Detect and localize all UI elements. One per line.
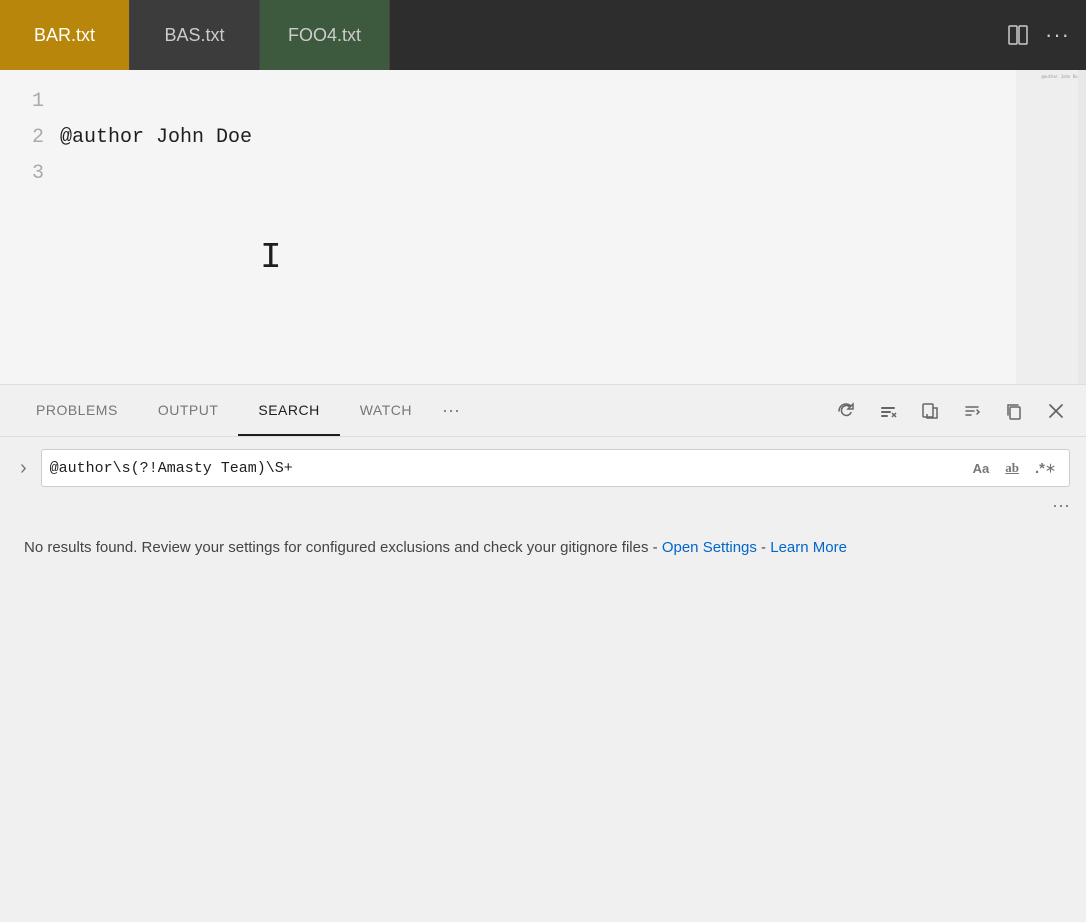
close-panel-button[interactable] xyxy=(1042,397,1070,425)
tab-bar: BAR.txt BAS.txt FOO4.txt ··· xyxy=(0,0,1086,70)
more-options-row: ··· xyxy=(0,495,1086,520)
open-editor-icon xyxy=(920,401,940,421)
tab-problems[interactable]: PROBLEMS xyxy=(16,385,138,436)
clear-icon xyxy=(878,401,898,421)
search-input-wrapper[interactable]: Aa ab .* ＊ xyxy=(41,449,1070,487)
tab-spacer xyxy=(390,0,991,70)
more-actions-icon: ··· xyxy=(1045,22,1070,48)
no-results-text: No results found. Review your settings f… xyxy=(24,539,662,556)
word-icon: ab xyxy=(1005,460,1019,476)
tab-search[interactable]: SEARCH xyxy=(238,385,339,436)
panel-tab-more[interactable]: ··· xyxy=(432,400,470,421)
learn-more-link[interactable]: Learn More xyxy=(770,539,847,556)
tab-bar-txt[interactable]: BAR.txt xyxy=(0,0,130,70)
collapse-all-button[interactable] xyxy=(958,397,986,425)
regex-star-icon: ＊ xyxy=(1045,460,1056,476)
editor-line-1 xyxy=(60,84,1016,120)
split-editor-icon xyxy=(1007,24,1029,46)
panel-actions xyxy=(832,397,1070,425)
editor-content[interactable]: @author John Doe I xyxy=(60,70,1016,384)
editor-line-2: @author John Doe xyxy=(60,120,1016,156)
search-row: › Aa ab .* ＊ xyxy=(16,449,1070,487)
clear-results-button[interactable] xyxy=(874,397,902,425)
copy-all-button[interactable] xyxy=(1000,397,1028,425)
minimap: @author John Doe xyxy=(1016,70,1086,384)
editor-scrollbar[interactable] xyxy=(1078,70,1086,384)
search-input[interactable] xyxy=(50,460,968,477)
search-area: › Aa ab .* ＊ xyxy=(0,437,1086,495)
line-number-3: 3 xyxy=(0,156,44,192)
match-word-button[interactable]: ab xyxy=(1000,458,1024,478)
tab-bar-label: BAR.txt xyxy=(34,25,95,46)
panel-area: PROBLEMS OUTPUT SEARCH WATCH ··· xyxy=(0,385,1086,922)
more-options-button[interactable]: ··· xyxy=(1052,495,1070,516)
line-number-2: 2 xyxy=(0,120,44,156)
line-numbers: 1 2 3 xyxy=(0,70,60,384)
tab-output[interactable]: OUTPUT xyxy=(138,385,239,436)
collapse-icon xyxy=(962,401,982,421)
split-editor-button[interactable] xyxy=(1007,24,1029,46)
editor-line-3 xyxy=(60,156,1016,192)
match-case-button[interactable]: Aa xyxy=(968,459,995,478)
no-results-area: No results found. Review your settings f… xyxy=(0,520,1086,576)
line-number-1: 1 xyxy=(0,84,44,120)
use-regex-button[interactable]: .* ＊ xyxy=(1030,458,1061,479)
more-actions-button[interactable]: ··· xyxy=(1045,22,1070,48)
tab-watch[interactable]: WATCH xyxy=(340,385,432,436)
refresh-button[interactable] xyxy=(832,397,860,425)
open-in-editor-button[interactable] xyxy=(916,397,944,425)
close-icon xyxy=(1046,401,1066,421)
text-cursor: I xyxy=(260,240,282,281)
tab-foo4-label: FOO4.txt xyxy=(288,25,361,46)
copy-icon xyxy=(1004,401,1024,421)
expand-toggle[interactable]: › xyxy=(16,453,31,484)
tab-controls: ··· xyxy=(991,0,1086,70)
results-separator: - xyxy=(757,539,770,556)
panel-tabs: PROBLEMS OUTPUT SEARCH WATCH ··· xyxy=(0,385,1086,437)
editor-area: 1 2 3 @author John Doe I @author John Do… xyxy=(0,70,1086,385)
tab-foo4-txt[interactable]: FOO4.txt xyxy=(260,0,390,70)
editor-line-2-text: @author John Doe xyxy=(60,120,252,156)
regex-icon: .* xyxy=(1035,460,1045,477)
minimap-text: @author John Doe xyxy=(1041,74,1080,79)
tab-bas-label: BAS.txt xyxy=(164,25,224,46)
refresh-icon xyxy=(836,401,856,421)
open-settings-link[interactable]: Open Settings xyxy=(662,539,757,556)
tab-bas-txt[interactable]: BAS.txt xyxy=(130,0,260,70)
search-options: Aa ab .* ＊ xyxy=(968,458,1061,479)
